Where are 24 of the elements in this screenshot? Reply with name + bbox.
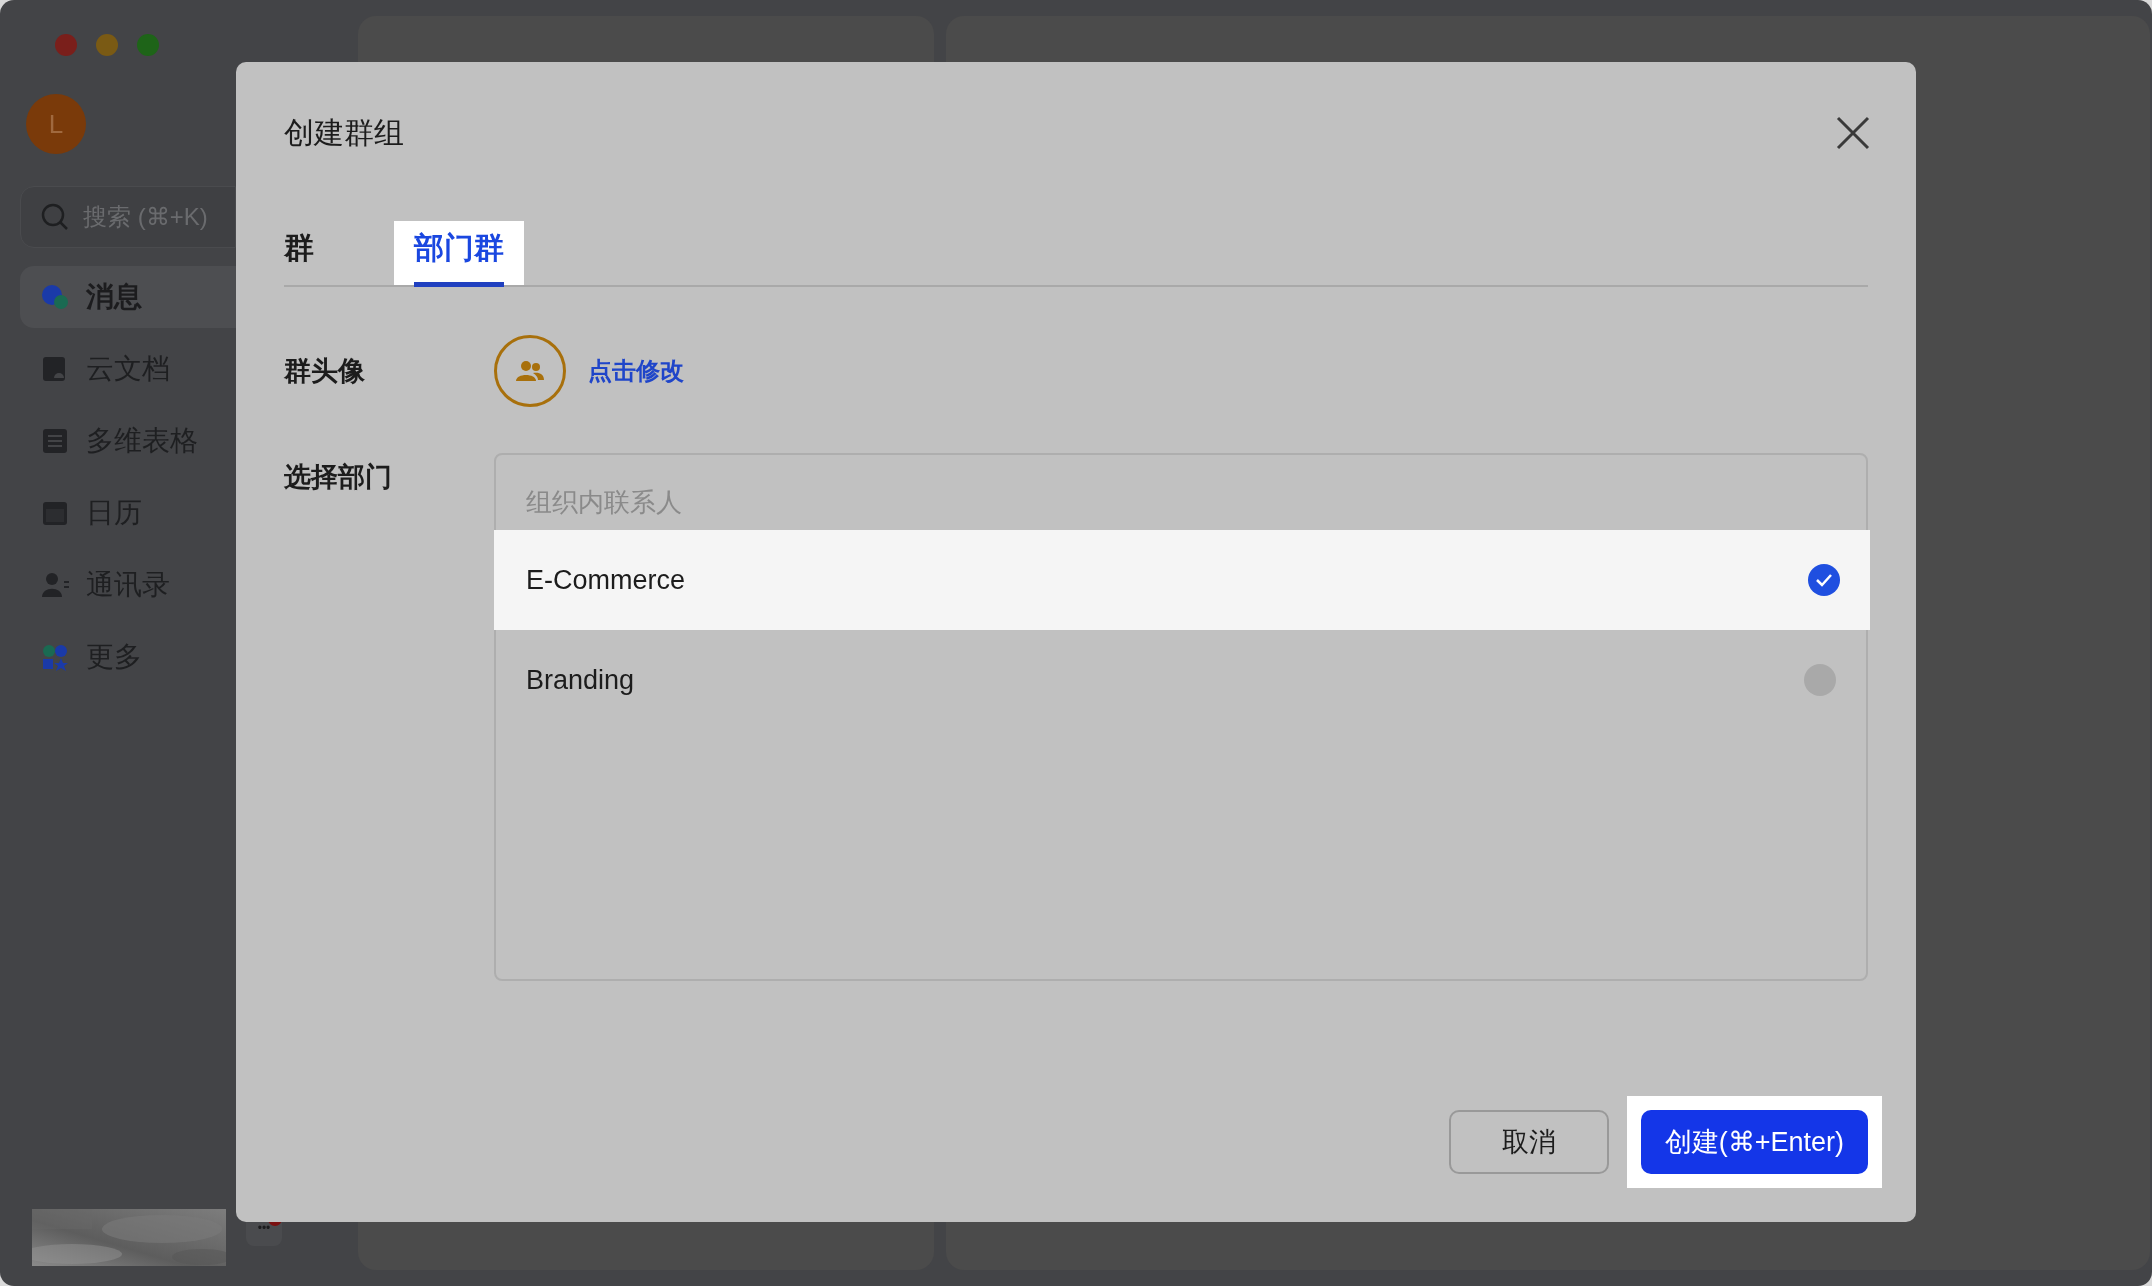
people-icon [515,359,545,383]
department-row[interactable]: E-Commerce [494,530,1870,630]
change-avatar-link[interactable]: 点击修改 [588,353,684,389]
chat-icon [40,282,70,312]
close-window-button[interactable] [55,34,77,56]
minimize-window-button[interactable] [96,34,118,56]
cancel-button[interactable]: 取消 [1448,1110,1609,1174]
more-icon [40,642,70,672]
maximize-window-button[interactable] [137,34,159,56]
department-row[interactable]: Branding [496,630,1866,730]
close-icon[interactable] [1836,115,1870,150]
table-icon [40,426,70,456]
search-icon [40,202,70,232]
field-label: 选择部门 [284,461,393,494]
tab[interactable]: 部门群 [394,221,524,285]
radio-button[interactable] [1804,664,1836,696]
group-avatar[interactable] [494,335,566,407]
dialog-title: 创建群组 [284,115,404,151]
create-button[interactable]: 创建(⌘+Enter) [1640,1110,1868,1174]
check-icon [1815,573,1833,587]
contacts-icon [40,570,70,600]
tab[interactable]: 群 [284,221,314,285]
checked-radio[interactable] [1808,564,1840,596]
field-label: 群头像 [284,354,366,388]
